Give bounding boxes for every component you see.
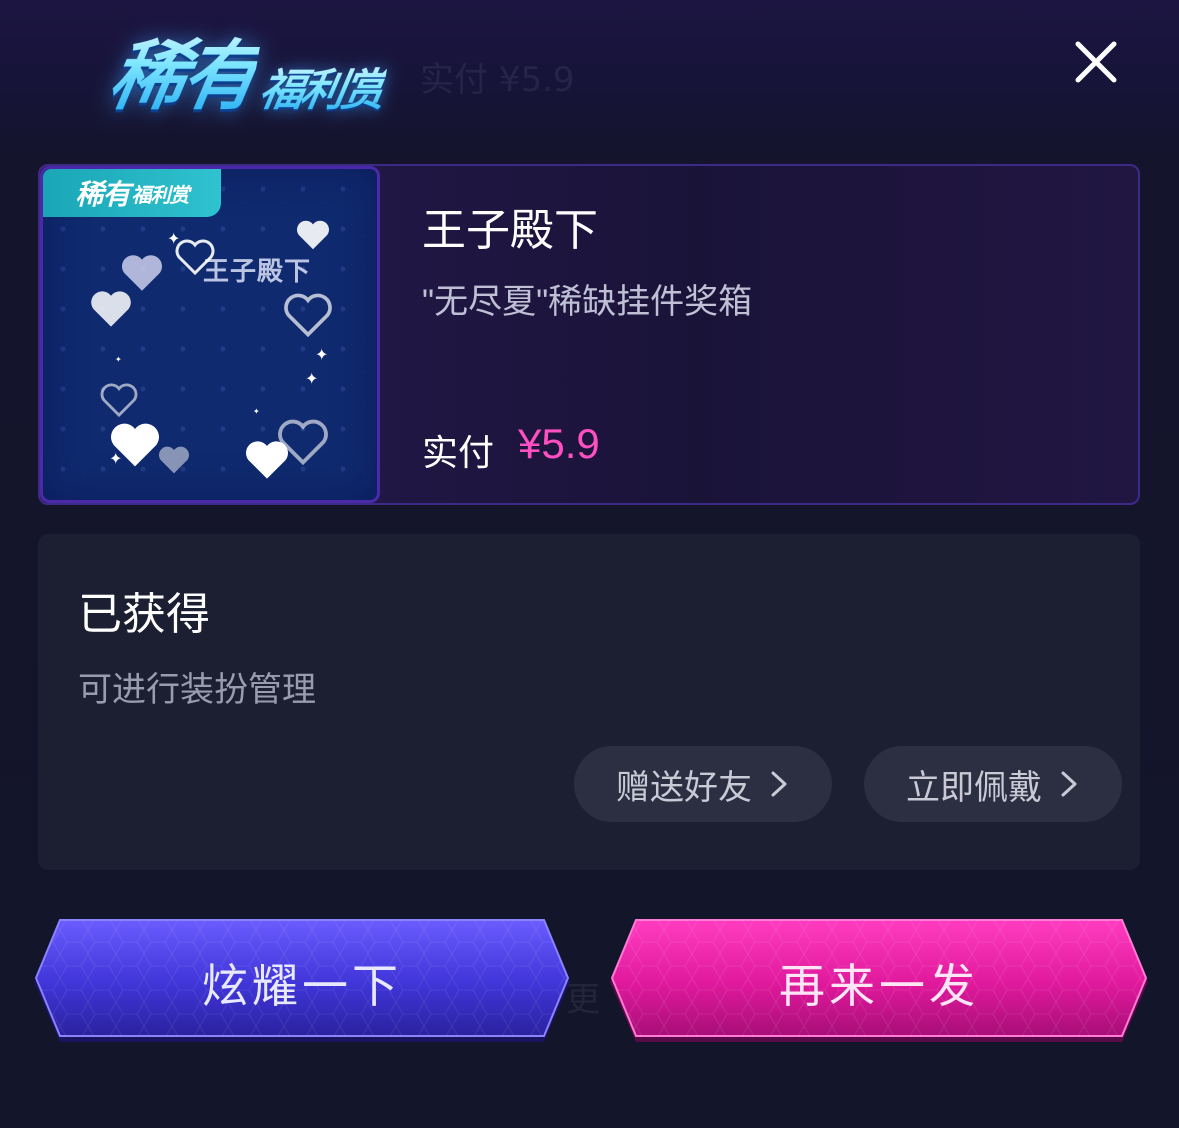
heart-icon <box>91 291 131 327</box>
sparkle-icon: ✦ <box>115 355 122 364</box>
paid-label: 实付 <box>422 432 495 473</box>
sparkle-icon: ✦ <box>109 449 123 468</box>
show-off-label: 炫耀一下 <box>202 960 402 1012</box>
heart-outline-icon <box>284 293 332 337</box>
rare-welfare-logo: 稀有 福利赏 <box>102 14 396 124</box>
sparkle-icon: ✦ <box>305 369 319 388</box>
prize-title: 王子殿下 <box>422 206 598 255</box>
sparkle-icon: ✦ <box>315 345 329 364</box>
sparkle-icon: ✦ <box>253 407 260 416</box>
obtained-subtitle: 可进行装扮管理 <box>78 671 316 709</box>
obtained-card: 已获得 可进行装扮管理 赠送好友 立即佩戴 <box>38 534 1140 870</box>
logo-main-text: 稀有 <box>102 14 265 124</box>
thumbnail-name: 王子殿下 <box>203 256 312 286</box>
close-button[interactable] <box>1070 36 1122 88</box>
price-value: ¥5.9 <box>518 420 600 467</box>
wear-now-button[interactable]: 立即佩戴 <box>864 746 1122 822</box>
prize-card: 稀有 福利赏 王子殿下 ✦ ✦ ✦ ✦ ✦ ✦ 王子殿下 "无尽夏"稀缺挂件奖箱 … <box>38 164 1140 505</box>
background-ghost-text: 实付 ¥5.9 <box>420 60 575 100</box>
prize-description: "无尽夏"稀缺挂件奖箱 <box>422 283 753 321</box>
chevron-right-icon <box>771 771 787 797</box>
close-icon <box>1075 41 1117 83</box>
sparkle-icon: ✦ <box>167 229 181 248</box>
rare-tag: 稀有 福利赏 <box>43 169 221 217</box>
draw-again-button[interactable]: 再来一发 <box>608 918 1150 1052</box>
heart-icon <box>122 255 162 291</box>
heart-icon <box>297 220 329 250</box>
draw-again-label: 再来一发 <box>779 960 979 1012</box>
heart-outline-icon <box>100 383 138 417</box>
logo-sub-text: 福利赏 <box>255 54 389 118</box>
wear-now-label: 立即佩戴 <box>906 768 1042 807</box>
heart-outline-icon <box>278 419 328 465</box>
heart-outline-icon <box>175 239 215 275</box>
obtained-title: 已获得 <box>78 590 210 639</box>
heart-icon <box>159 446 189 474</box>
tag-main-text: 稀有 <box>75 178 130 211</box>
gift-friend-button[interactable]: 赠送好友 <box>574 746 832 822</box>
show-off-button[interactable]: 炫耀一下 <box>32 918 572 1052</box>
prize-thumbnail: 稀有 福利赏 王子殿下 ✦ ✦ ✦ ✦ ✦ ✦ <box>40 166 380 503</box>
tag-sub-text: 福利赏 <box>131 182 190 207</box>
chevron-right-icon <box>1061 771 1077 797</box>
gift-friend-label: 赠送好友 <box>616 768 752 807</box>
